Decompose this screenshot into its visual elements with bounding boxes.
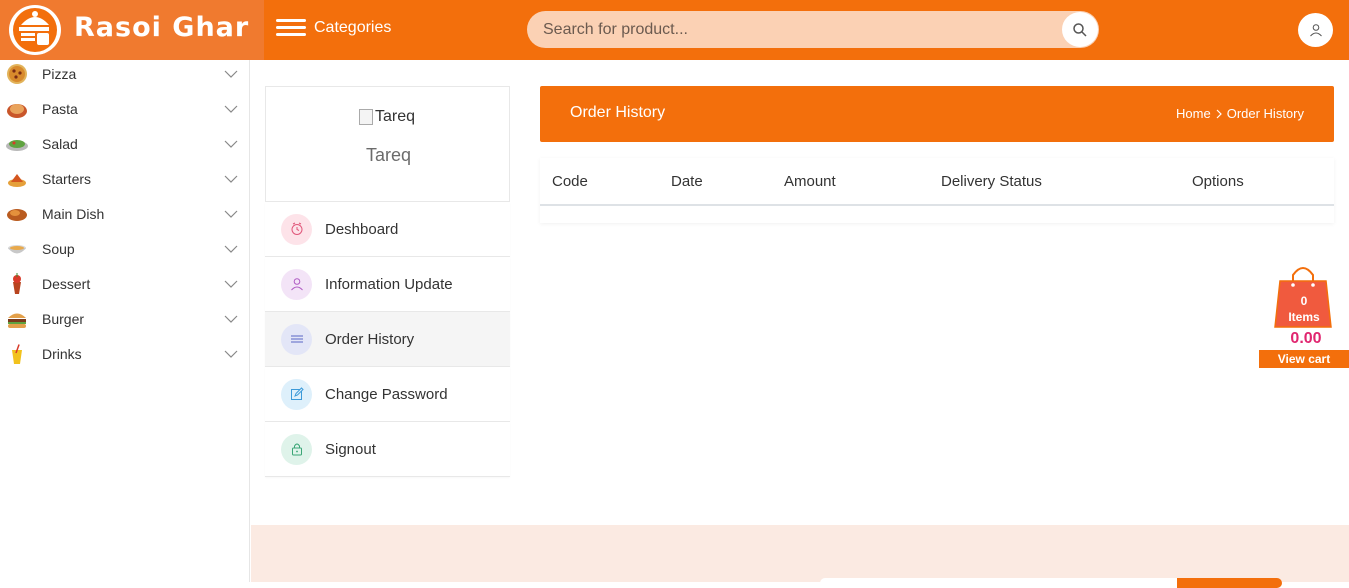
breadcrumb: Home Order History [1176,106,1304,121]
cart-amount: 0.00 [1290,330,1322,347]
categories-label: Categories [314,19,392,36]
chevron-down-icon [224,105,238,113]
sidebar-item-label: Pasta [42,100,78,117]
sidebar-item-label: Burger [42,310,85,327]
breadcrumb-home-link[interactable]: Home [1176,106,1211,121]
column-header-delivery-status: Delivery Status [941,173,1042,190]
menu-item-label: Deshboard [325,220,399,238]
profile-name: Tareq [365,145,412,165]
category-sidebar: Pizza Pasta Salad Starters Main Dish Sou… [0,60,250,582]
sidebar-item-burger[interactable]: Burger [0,301,250,336]
avatar-alt-text: Tareq [375,108,416,125]
floating-cart[interactable]: 0 Items 0.00 View cart [1259,263,1349,368]
sidebar-item-label: Drinks [42,345,82,362]
user-icon [281,268,312,300]
breadcrumb-current: Order History [1226,106,1304,121]
chevron-down-icon [224,245,238,253]
sidebar-item-label: Salad [42,135,78,152]
newsletter-subscribe-button[interactable] [1177,578,1282,588]
categories-button[interactable]: Categories [276,14,391,42]
top-header: Rasoi Ghar Categories [0,0,1349,60]
search-bar [527,11,1099,48]
brand-logo[interactable]: Rasoi Ghar [0,0,264,60]
chevron-down-icon [224,280,238,288]
menu-item-signout[interactable]: Signout [265,422,510,477]
edit-icon [281,378,312,410]
sidebar-item-label: Pizza [42,65,77,82]
starters-icon [8,173,26,187]
clock-icon [281,213,312,245]
list-icon [281,323,312,355]
menu-item-dashboard[interactable]: Deshboard [265,202,510,257]
chevron-right-icon [1216,109,1222,118]
menu-item-change-password[interactable]: Change Password [265,367,510,422]
dessert-icon [13,272,21,294]
chevron-down-icon [224,175,238,183]
hamburger-icon [276,19,306,37]
brand-name: Rasoi Ghar [74,12,250,43]
sidebar-item-dessert[interactable]: Dessert [0,266,250,301]
sidebar-item-label: Starters [42,170,92,187]
pizza-icon [7,63,27,84]
view-cart-button[interactable]: View cart [1259,350,1349,368]
column-header-date: Date [671,173,703,190]
chevron-down-icon [224,70,238,78]
page-title: Order History [570,104,666,121]
sidebar-item-salad[interactable]: Salad [0,126,250,161]
salad-icon [6,139,28,151]
logo-icon [9,5,61,55]
search-input[interactable] [527,11,1057,48]
cart-items-label: Items [1288,310,1320,324]
table-header: Code Date Amount Delivery Status Options [540,158,1334,206]
menu-item-label: Order History [325,330,415,348]
account-menu: Deshboard Information Update Order Histo… [265,202,510,477]
menu-item-order-history[interactable]: Order History [265,312,510,367]
lock-icon [281,433,312,465]
search-button[interactable] [1062,12,1098,47]
sidebar-item-label: Main Dish [42,205,105,222]
footer-newsletter-band [251,525,1349,582]
menu-item-label: Change Password [325,385,448,403]
sidebar-item-soup[interactable]: Soup [0,231,250,266]
menu-item-label: Information Update [325,275,453,293]
broken-image-icon [359,109,373,125]
drinks-icon [12,343,22,364]
sidebar-item-starters[interactable]: Starters [0,161,250,196]
burger-icon [8,313,26,328]
chevron-down-icon [224,140,238,148]
profile-card: Tareq Tareq [265,86,510,202]
newsletter-input[interactable] [820,578,1178,588]
menu-item-information-update[interactable]: Information Update [265,257,510,312]
sidebar-item-main-dish[interactable]: Main Dish [0,196,250,231]
user-icon [1309,24,1322,37]
chevron-down-icon [224,210,238,218]
sidebar-item-drinks[interactable]: Drinks [0,336,250,371]
page-title-bar: Order History Home Order History [540,86,1334,142]
menu-item-label: Signout [325,440,376,458]
cart-count: 0 [1300,294,1308,308]
main-dish-icon [7,208,27,221]
column-header-options: Options [1192,173,1244,190]
chevron-down-icon [224,350,238,358]
sidebar-item-label: Soup [42,240,75,257]
order-history-table: Code Date Amount Delivery Status Options [540,158,1334,223]
sidebar-item-label: Dessert [42,275,91,292]
soup-icon [8,244,26,253]
avatar: Tareq [359,108,415,126]
pasta-icon [7,103,27,118]
column-header-code: Code [552,173,588,190]
search-icon [1073,22,1087,37]
sidebar-item-pizza[interactable]: Pizza [0,56,250,91]
sidebar-item-pasta[interactable]: Pasta [0,91,250,126]
column-header-amount: Amount [784,173,836,190]
chevron-down-icon [224,315,238,323]
user-account-button[interactable] [1298,13,1333,47]
